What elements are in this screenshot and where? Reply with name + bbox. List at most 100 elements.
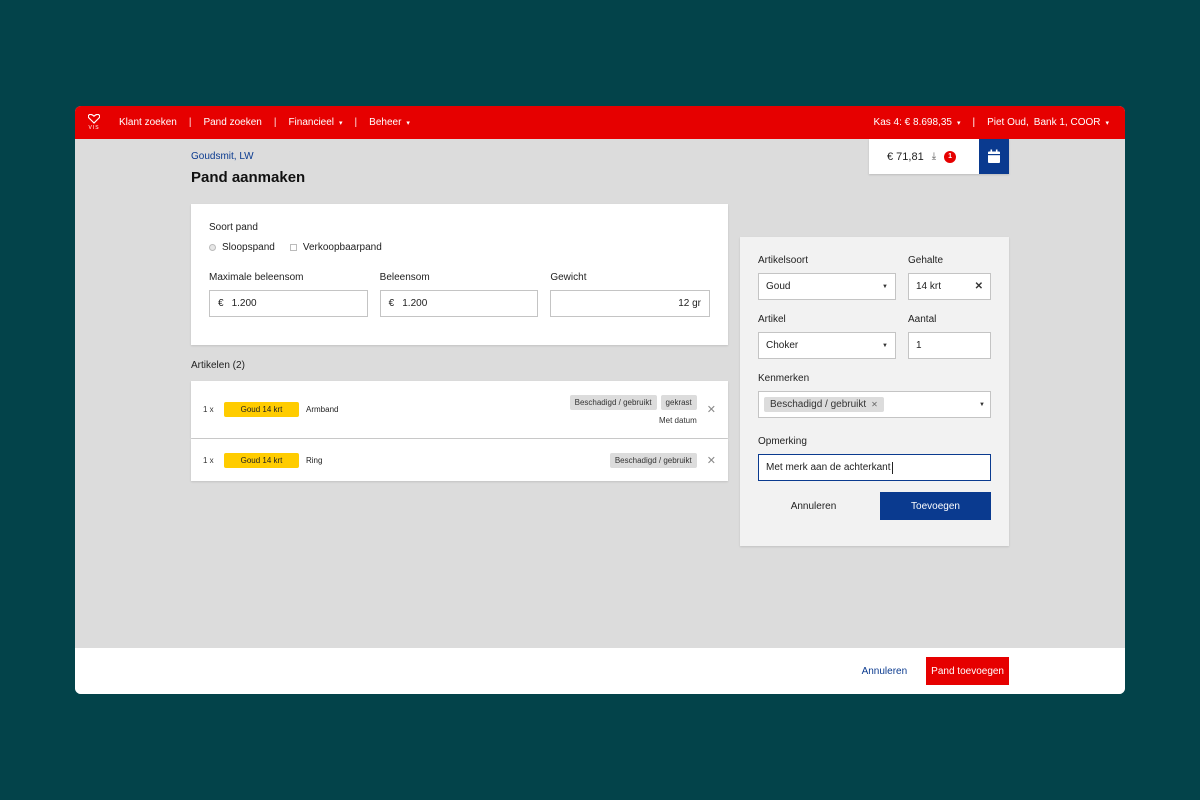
feature-tags: Beschadigd / gebruikt (606, 452, 697, 468)
add-pawn-button[interactable]: Pand toevoegen (926, 657, 1009, 685)
metal-badge: Goud 14 krt (224, 402, 299, 417)
article-row-fields: Artikel Choker ▼ Aantal 1 (758, 314, 991, 359)
feature-tag: gekrast (660, 394, 697, 410)
feature-tag: Beschadigd / gebruikt (609, 452, 697, 468)
cash-register-label: Kas 4: € 8.698,35 (873, 117, 952, 128)
radio-verkoopbaarpand[interactable] (289, 244, 297, 251)
radio-sloopspand-label[interactable]: Sloopspand (222, 242, 275, 253)
download-icon: ⤓ (931, 151, 937, 162)
nav-divider: | (273, 117, 277, 128)
amount-value: 1 (916, 340, 922, 351)
loan-input[interactable]: €1.200 (379, 290, 539, 317)
chevron-down-icon: ▾ (1105, 120, 1109, 127)
nav-beheer-label: Beheer (369, 117, 402, 128)
article-field: Artikel Choker ▼ (758, 314, 896, 359)
radio-sloopspand[interactable] (209, 244, 216, 251)
notification-badge: 1 (944, 150, 957, 163)
nav-beheer[interactable]: Beheer ▾ (369, 117, 410, 128)
user-location: Bank 1, COOR (1033, 117, 1101, 128)
remove-pill-icon[interactable]: ✕ (871, 400, 878, 409)
breadcrumb-customer[interactable]: Goudsmit, LW (191, 151, 254, 162)
articles-heading: Artikelen (2) (191, 360, 245, 371)
feature-tags: Beschadigd / gebruikt gekrast (566, 394, 697, 410)
remove-article-icon[interactable]: ✕ (707, 403, 716, 416)
features-multiselect[interactable]: Beschadigd / gebruikt ✕ ▼ (758, 391, 991, 418)
article-form-actions: Annuleren Toevoegen (758, 492, 991, 520)
feature-tag: Beschadigd / gebruikt (569, 394, 657, 410)
loan-field: Beleensom €1.200 (379, 272, 539, 317)
article-quantity: 1 x (203, 405, 214, 414)
user-name: Piet Oud, (987, 117, 1029, 128)
article-type-label: Artikelsoort (758, 255, 809, 266)
radio-verkoopbaarpand-label[interactable]: Verkoopbaarpand (303, 242, 382, 253)
add-article-panel: Artikelsoort Goud ▼ Gehalte 14 krt ✕ Artik… (740, 237, 1009, 546)
cashbox-amount: € 71,81 (887, 150, 924, 163)
pawn-details-card: Soort pand Sloopspand Verkoopbaarpand Ma… (191, 204, 728, 345)
remark-field: Opmerking Met merk aan de achterkant (758, 436, 991, 481)
weight-input[interactable]: 12 gr (550, 290, 711, 317)
footer-bar: Annuleren Pand toevoegen (75, 648, 1125, 694)
remark-input[interactable]: Met merk aan de achterkant (758, 454, 991, 481)
max-loan-label: Maximale beleensom (209, 272, 304, 283)
purity-value: 14 krt (916, 281, 942, 292)
article-type-select[interactable]: Goud ▼ (758, 273, 896, 300)
features-label: Kenmerken (758, 373, 810, 384)
purity-label: Gehalte (908, 255, 944, 266)
calendar-button[interactable] (979, 139, 1009, 174)
article-row[interactable]: 1 x Goud 14 krt Ring Beschadigd / gebrui… (191, 439, 728, 481)
vis-logo[interactable]: VIS (85, 111, 103, 135)
currency-symbol: € (218, 298, 224, 309)
chevron-down-icon: ▾ (339, 120, 343, 127)
remove-article-icon[interactable]: ✕ (707, 454, 716, 467)
article-value: Choker (766, 340, 799, 351)
max-loan-field: Maximale beleensom €1.200 (209, 272, 368, 317)
pawn-type-options: Sloopspand Verkoopbaarpand (209, 242, 710, 253)
article-type-row: Artikelsoort Goud ▼ Gehalte 14 krt ✕ (758, 255, 991, 300)
cancel-article-button[interactable]: Annuleren (758, 501, 869, 512)
max-loan-input[interactable]: €1.200 (209, 290, 368, 317)
article-name: Armband (306, 405, 339, 414)
amount-input[interactable]: 1 (908, 332, 991, 359)
top-navigation-bar: VIS Klant zoeken | Pand zoeken | Financi… (75, 106, 1125, 139)
purity-select[interactable]: 14 krt ✕ (908, 273, 991, 300)
features-field: Kenmerken Beschadigd / gebruikt ✕ ▼ (758, 373, 991, 418)
clear-icon[interactable]: ✕ (975, 281, 983, 292)
currency-symbol: € (388, 298, 395, 309)
page-title: Pand aanmaken (191, 169, 306, 186)
logo-text: VIS (88, 125, 100, 131)
pawn-type-label: Soort pand (209, 222, 258, 233)
cash-register-menu[interactable]: Kas 4: € 8.698,35 ▾ (874, 117, 961, 128)
user-menu[interactable]: Piet Oud, Bank 1, COOR ▾ (987, 117, 1109, 128)
feature-pill-label: Beschadigd / gebruikt (770, 399, 867, 410)
article-quantity: 1 x (203, 455, 214, 465)
article-select[interactable]: Choker ▼ (758, 332, 896, 359)
cancel-button[interactable]: Annuleren (862, 666, 908, 677)
article-type-value: Goud (766, 281, 791, 292)
caret-down-icon: ▼ (979, 401, 985, 408)
text-cursor (891, 461, 893, 474)
article-row[interactable]: 1 x Goud 14 krt Armband Beschadigd / geb… (191, 381, 728, 438)
article-features: Beschadigd / gebruikt gekrast Met datum (566, 394, 697, 425)
nav-klant-zoeken[interactable]: Klant zoeken (119, 117, 177, 128)
main-content: Goudsmit, LW Pand aanmaken € 71,81 ⤓ 1 S… (75, 139, 1125, 648)
remark-label: Opmerking (758, 436, 807, 447)
weight-value: 12 gr (678, 298, 702, 309)
add-article-button[interactable]: Toevoegen (880, 492, 991, 520)
top-right-controls: Kas 4: € 8.698,35 ▾ | Piet Oud, Bank 1, CO… (874, 117, 1109, 128)
metal-badge: Goud 14 krt (224, 452, 299, 468)
article-name: Ring (306, 455, 323, 465)
nav-pand-zoeken[interactable]: Pand zoeken (203, 117, 261, 128)
max-loan-value: 1.200 (231, 298, 257, 309)
loan-value: 1.200 (402, 298, 428, 309)
caret-down-icon: ▼ (882, 283, 888, 290)
nav-financieel[interactable]: Financieel ▾ (288, 117, 342, 128)
calendar-icon (988, 149, 1000, 163)
chevron-down-icon: ▾ (956, 120, 961, 127)
amount-label: Aantal (908, 314, 937, 325)
app-window: VIS Klant zoeken | Pand zoeken | Financi… (75, 106, 1125, 694)
article-label: Artikel (758, 314, 786, 325)
article-type-field: Artikelsoort Goud ▼ (758, 255, 896, 300)
nav-divider: | (188, 117, 192, 128)
heart-logo-icon (88, 114, 100, 124)
chevron-down-icon: ▾ (406, 120, 410, 127)
